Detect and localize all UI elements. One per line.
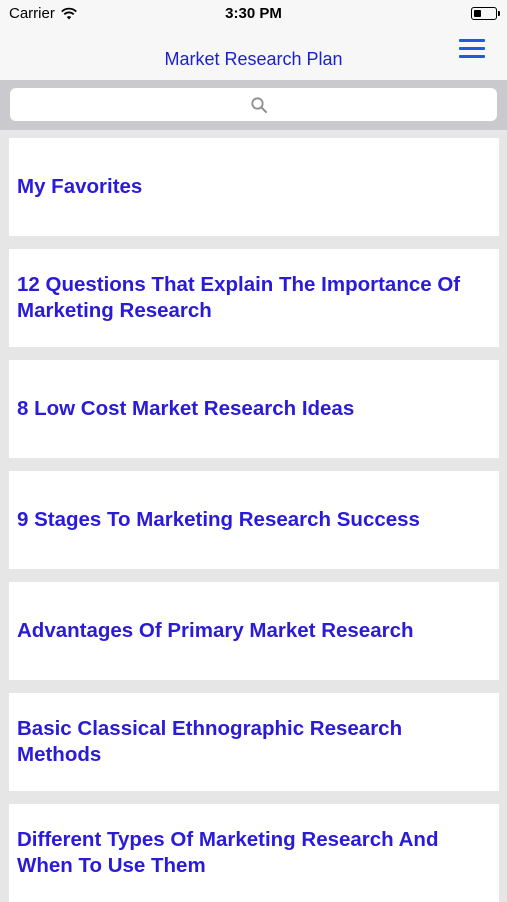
list-item[interactable]: 9 Stages To Marketing Research Success xyxy=(9,471,499,569)
topic-list: My Favorites 12 Questions That Explain T… xyxy=(0,130,507,902)
battery-icon xyxy=(471,7,500,20)
list-item-my-favorites[interactable]: My Favorites xyxy=(9,138,499,236)
page-title: Market Research Plan xyxy=(164,49,343,69)
search-input[interactable] xyxy=(10,88,497,121)
clock: 3:30 PM xyxy=(225,5,282,22)
list-item-label: Basic Classical Ethnographic Research Me… xyxy=(17,717,403,766)
list-item-label: Advantages Of Primary Market Research xyxy=(17,619,414,642)
status-bar: Carrier 3:30 PM xyxy=(0,0,507,28)
list-item-label: My Favorites xyxy=(17,175,143,198)
search-icon xyxy=(251,97,267,113)
list-item-label: 9 Stages To Marketing Research Success xyxy=(17,508,420,531)
list-item[interactable]: Advantages Of Primary Market Research xyxy=(9,582,499,680)
list-item[interactable]: 8 Low Cost Market Research Ideas xyxy=(9,360,499,458)
list-item[interactable]: Basic Classical Ethnographic Research Me… xyxy=(9,693,499,791)
list-item-label: 8 Low Cost Market Research Ideas xyxy=(17,397,355,420)
navigation-bar: Market Research Plan xyxy=(0,28,507,80)
list-item[interactable]: 12 Questions That Explain The Importance… xyxy=(9,249,499,347)
search-bar xyxy=(0,80,507,130)
hamburger-menu-icon[interactable] xyxy=(459,37,485,59)
list-item-label: Different Types Of Marketing Research An… xyxy=(17,828,439,877)
battery-nub xyxy=(497,11,500,16)
list-item-label: 12 Questions That Explain The Importance… xyxy=(17,273,461,322)
list-item[interactable]: Different Types Of Marketing Research An… xyxy=(9,804,499,902)
battery-level xyxy=(473,9,481,17)
